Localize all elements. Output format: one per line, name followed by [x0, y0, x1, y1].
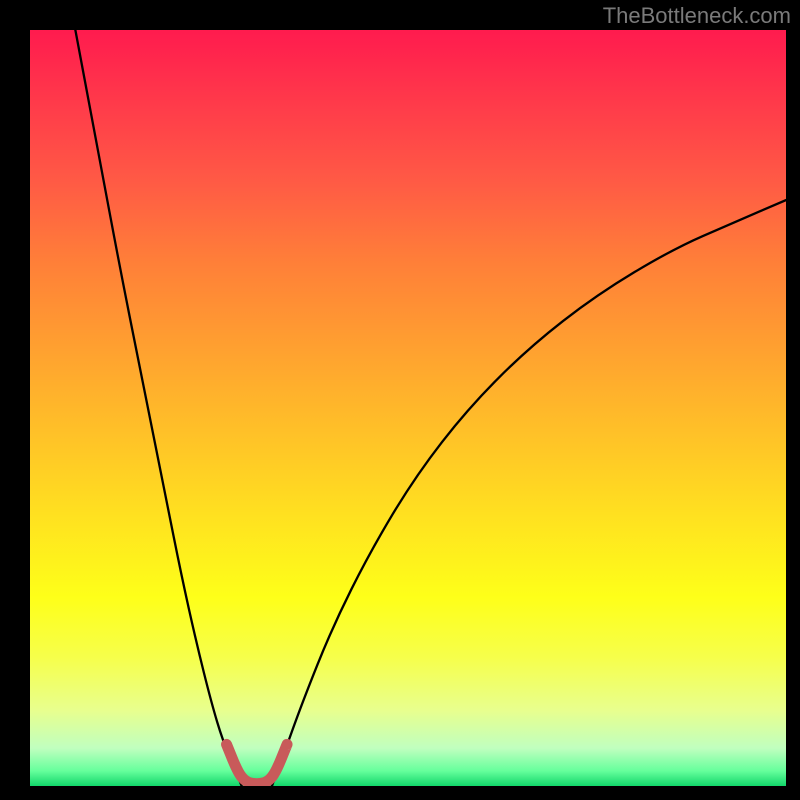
- curves-layer: [30, 30, 786, 786]
- chart-stage: TheBottleneck.com: [0, 0, 800, 800]
- series-bottleneck-curve-left: [75, 30, 241, 786]
- series-highlight-band: [227, 744, 287, 783]
- plot-area: [30, 30, 786, 786]
- watermark-text: TheBottleneck.com: [603, 3, 791, 29]
- series-bottleneck-curve-right: [272, 200, 786, 786]
